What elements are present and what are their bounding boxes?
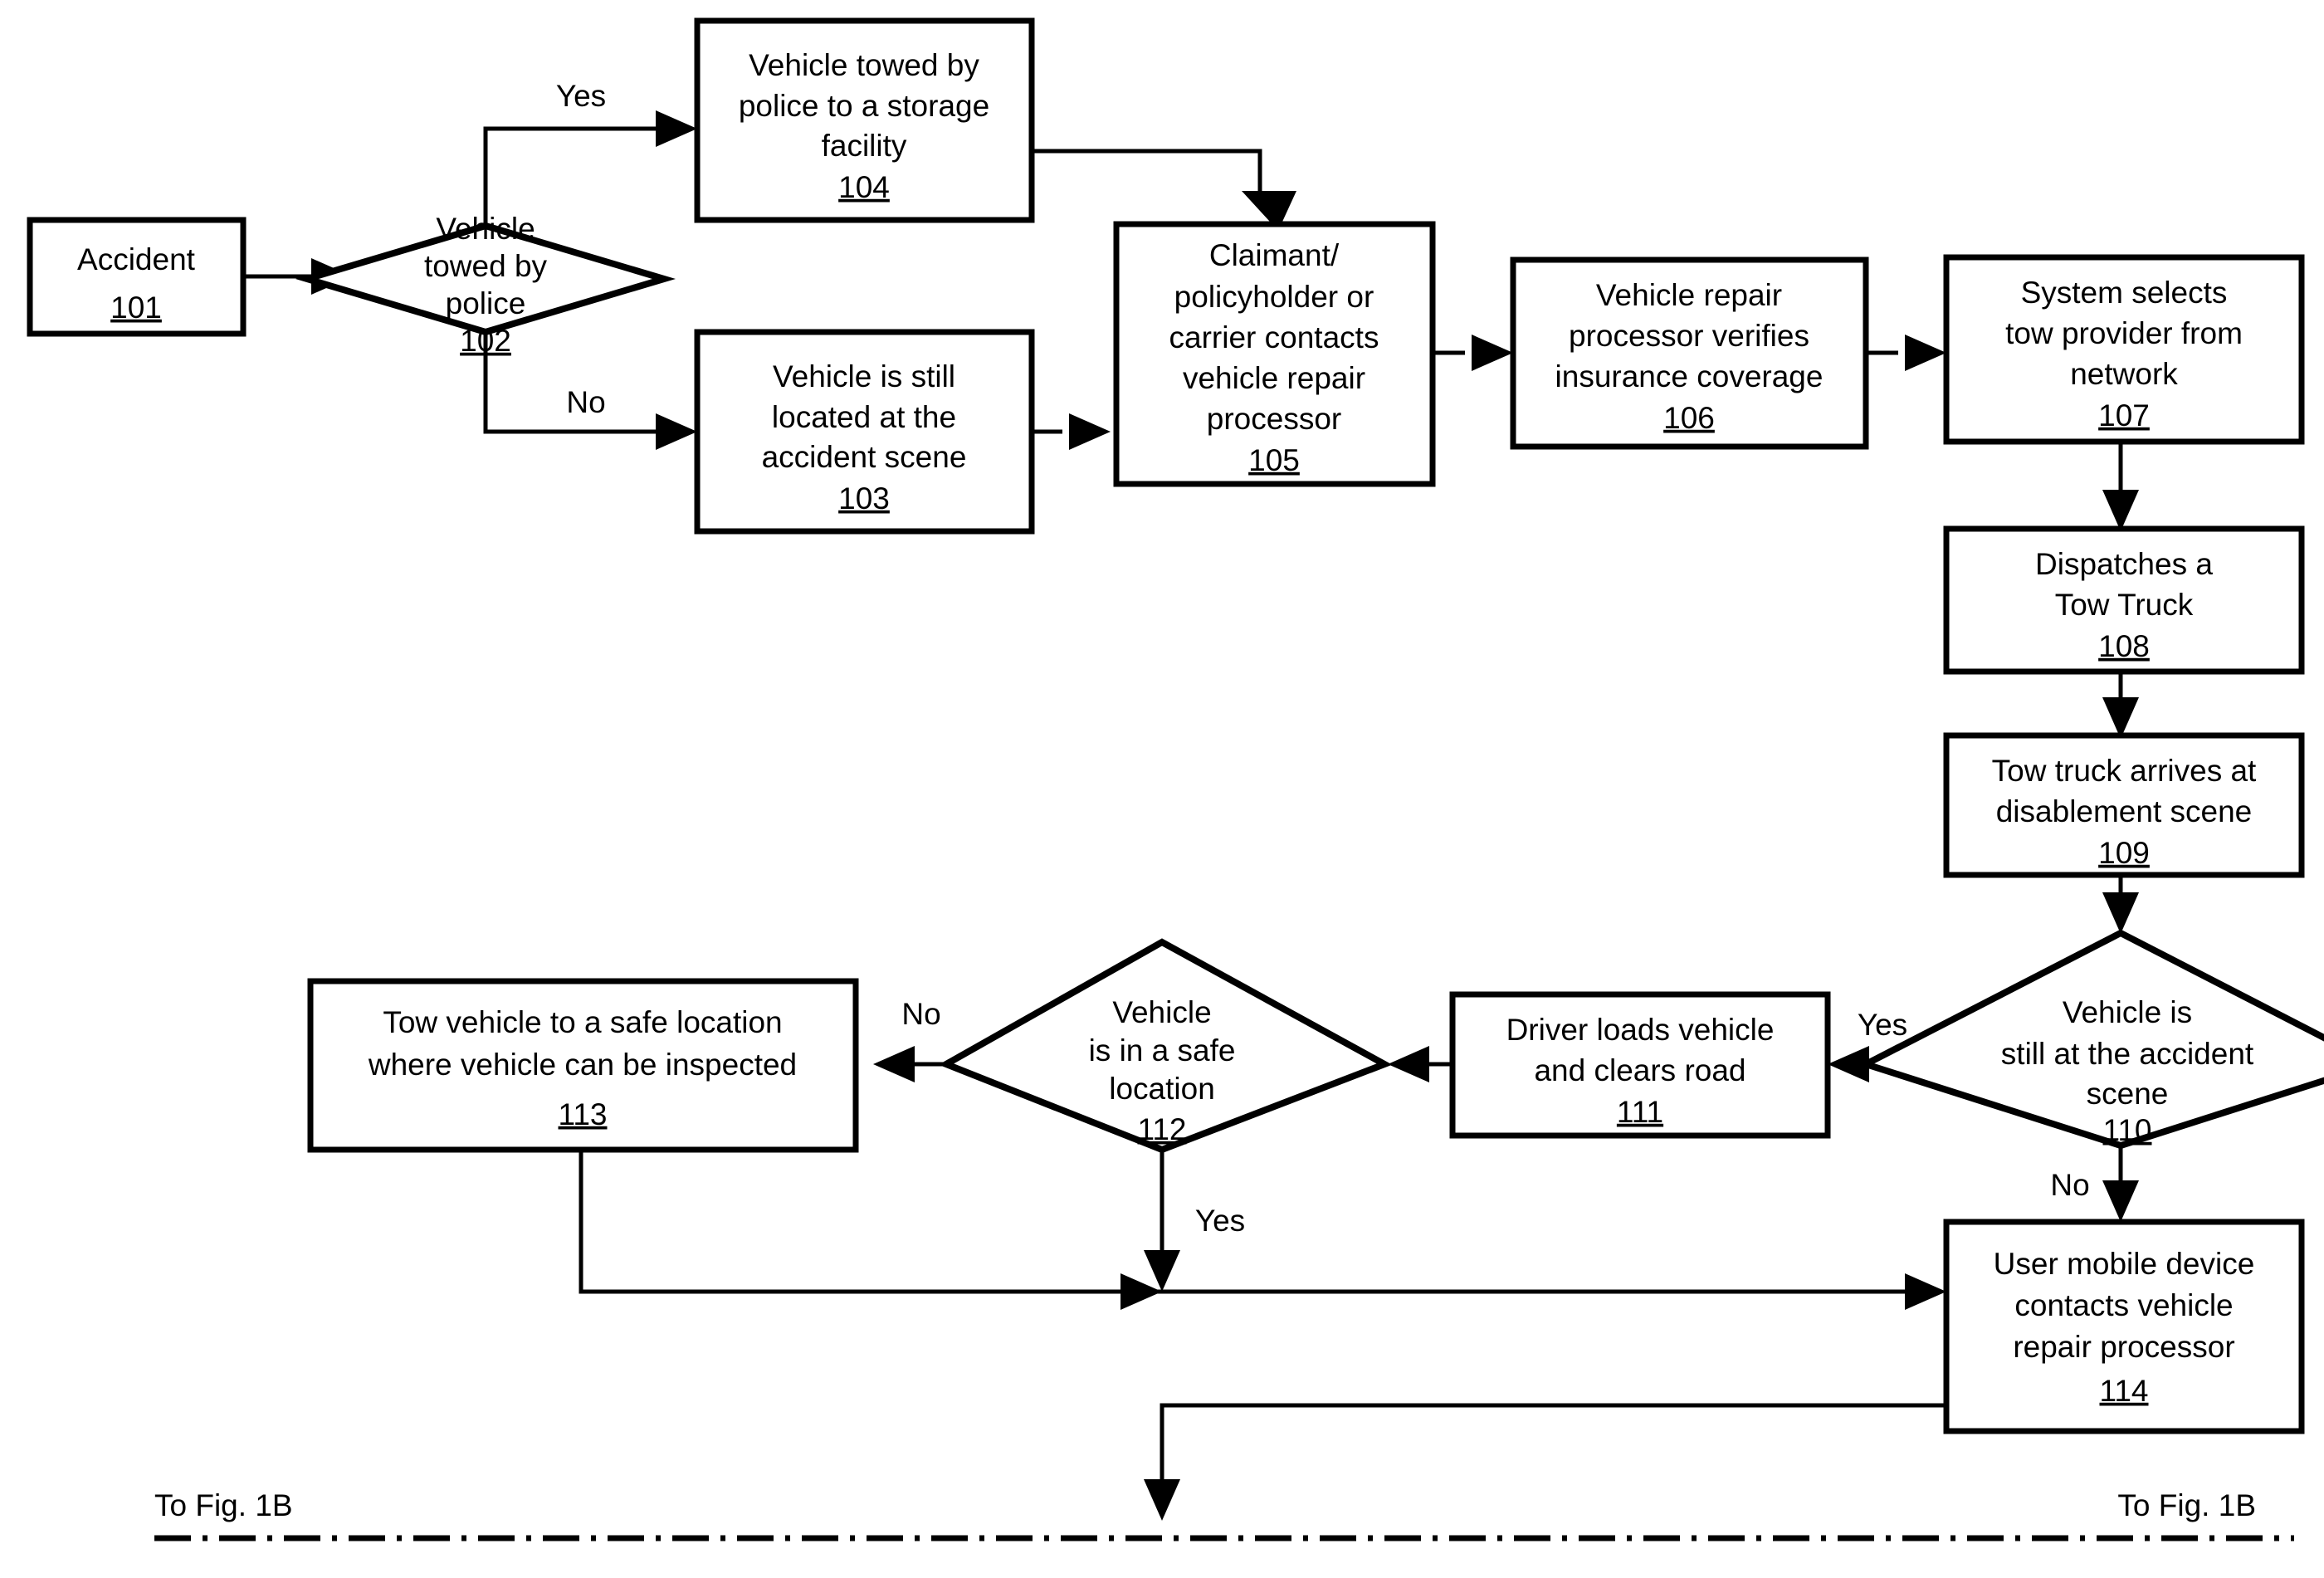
node-113-line-0: Tow vehicle to a safe location (383, 1005, 782, 1039)
node-109-tow-truck-arrives[interactable]: Tow truck arrives at disablement scene 1… (1943, 732, 2305, 878)
edge-113-to-114 (579, 1150, 1946, 1310)
node-107-line-1: tow provider from (2005, 316, 2243, 350)
node-104-towed-to-storage-facility[interactable]: Vehicle towed by police to a storage fac… (694, 17, 1035, 223)
edge-108-to-109 (2102, 671, 2139, 739)
node-104-ref: 104 (838, 170, 890, 204)
node-107-line-0: System selects (2021, 276, 2228, 310)
node-108-line-0: Dispatches a (2035, 547, 2213, 581)
node-103-line-2: accident scene (762, 440, 967, 474)
node-102-vehicle-towed-by-police[interactable]: Vehicle towed by police 102 (295, 212, 676, 358)
node-105-line-0: Claimant/ (1209, 238, 1340, 272)
node-105-contacts-repair-processor[interactable]: Claimant/ policyholder or carrier contac… (1113, 221, 1436, 487)
node-105-line-4: processor (1207, 402, 1341, 436)
node-109-line-0: Tow truck arrives at (1992, 754, 2257, 788)
node-107-line-2: network (2070, 357, 2178, 391)
node-110-line-2: scene (2087, 1077, 2169, 1111)
node-102-ref: 102 (460, 324, 511, 358)
node-105-ref: 105 (1248, 443, 1300, 477)
edge-106-to-107 (1866, 335, 1946, 371)
node-107-ref: 107 (2098, 398, 2150, 432)
node-104-line-2: facility (822, 129, 907, 163)
node-110-line-0: Vehicle is (2063, 995, 2192, 1029)
node-113-ref: 113 (559, 1097, 608, 1131)
node-108-dispatches-tow-truck[interactable]: Dispatches a Tow Truck 108 (1943, 525, 2305, 675)
node-111-line-0: Driver loads vehicle (1506, 1013, 1775, 1047)
node-101-accident[interactable]: Accident 101 (27, 217, 247, 337)
node-114-line-1: contacts vehicle (2014, 1288, 2233, 1322)
patent-figure-1a: Accident 101 Vehicle towed by police 102… (0, 0, 2324, 1578)
node-103-line-0: Vehicle is still (773, 359, 955, 393)
edge-label-112-no: No (901, 997, 940, 1031)
node-112-vehicle-in-safe-location[interactable]: Vehicle is in a safe location 112 (938, 938, 1393, 1154)
flowchart-canvas: Accident 101 Vehicle towed by police 102… (27, 17, 2324, 1541)
node-113-line-1: where vehicle can be inspected (368, 1048, 797, 1082)
node-106-verifies-insurance-coverage[interactable]: Vehicle repair processor verifies insura… (1510, 256, 1869, 450)
node-110-line-1: still at the accident (2001, 1037, 2254, 1071)
edge-label-110-yes: Yes (1858, 1008, 1907, 1042)
node-105-line-2: carrier contacts (1169, 320, 1379, 354)
edge-102-yes-to-104 (483, 110, 697, 226)
node-107-selects-tow-provider[interactable]: System selects tow provider from network… (1943, 254, 2305, 445)
edge-label-102-no: No (566, 385, 605, 419)
node-114-line-0: User mobile device (1994, 1247, 2255, 1281)
node-103-ref: 103 (838, 481, 890, 515)
edge-label-110-no: No (2050, 1168, 2089, 1202)
node-109-ref: 109 (2098, 836, 2150, 870)
node-112-line-2: location (1109, 1072, 1215, 1106)
edge-107-to-108 (2102, 441, 2139, 531)
edge-112-no-to-113 (873, 1046, 946, 1082)
node-114-user-mobile-device-contacts[interactable]: User mobile device contacts vehicle repa… (1943, 1219, 2305, 1434)
edge-110-no-to-114 (2102, 1146, 2139, 1222)
node-102-line-2: police (446, 286, 526, 320)
node-109-line-1: disablement scene (1996, 794, 2253, 828)
edge-103-to-105 (1032, 413, 1111, 450)
node-111-ref: 111 (1617, 1095, 1663, 1129)
node-102-line-1: towed by (424, 249, 548, 283)
node-101-line-0: Accident (77, 242, 196, 276)
edge-109-to-110 (2102, 872, 2139, 934)
node-106-line-1: processor verifies (1569, 319, 1809, 353)
node-103-line-1: located at the (772, 400, 956, 434)
edge-105-to-106 (1433, 335, 1513, 371)
node-111-line-1: and clears road (1534, 1053, 1745, 1087)
to-fig-1b-right-label: To Fig. 1B (2117, 1488, 2256, 1522)
node-106-line-0: Vehicle repair (1596, 278, 1782, 312)
edge-112-yes-down (1144, 1150, 1180, 1292)
node-102-line-0: Vehicle (436, 212, 535, 246)
node-114-line-2: repair processor (2013, 1330, 2234, 1364)
edge-114-to-fig1b (1144, 1403, 1946, 1521)
node-105-line-3: vehicle repair (1183, 361, 1365, 395)
edge-104-to-105 (1032, 149, 1296, 231)
node-101-ref: 101 (110, 291, 162, 325)
edge-label-112-yes: Yes (1195, 1204, 1245, 1238)
node-108-ref: 108 (2098, 629, 2150, 663)
node-112-line-1: is in a safe (1089, 1033, 1236, 1067)
node-113-tow-to-safe-location[interactable]: Tow vehicle to a safe location where veh… (307, 978, 859, 1153)
node-108-line-1: Tow Truck (2055, 588, 2194, 622)
node-111-driver-loads-vehicle[interactable]: Driver loads vehicle and clears road 111 (1449, 991, 1831, 1139)
node-105-line-1: policyholder or (1174, 280, 1374, 314)
node-110-vehicle-still-at-scene[interactable]: Vehicle is still at the accident scene 1… (1857, 929, 2324, 1150)
edge-label-102-yes: Yes (556, 79, 606, 113)
node-103-vehicle-at-accident-scene[interactable]: Vehicle is still located at the accident… (694, 329, 1035, 535)
node-104-line-0: Vehicle towed by (749, 48, 979, 82)
node-106-line-2: insurance coverage (1555, 359, 1824, 393)
node-112-line-0: Vehicle (1112, 995, 1211, 1029)
node-112-ref: 112 (1138, 1112, 1187, 1146)
edge-111-to-112 (1388, 1046, 1452, 1082)
node-110-ref: 110 (2103, 1113, 2152, 1147)
node-104-line-1: police to a storage (739, 89, 989, 123)
node-106-ref: 106 (1663, 401, 1715, 435)
to-fig-1b-left-label: To Fig. 1B (154, 1488, 293, 1522)
node-114-ref: 114 (2100, 1374, 2149, 1408)
